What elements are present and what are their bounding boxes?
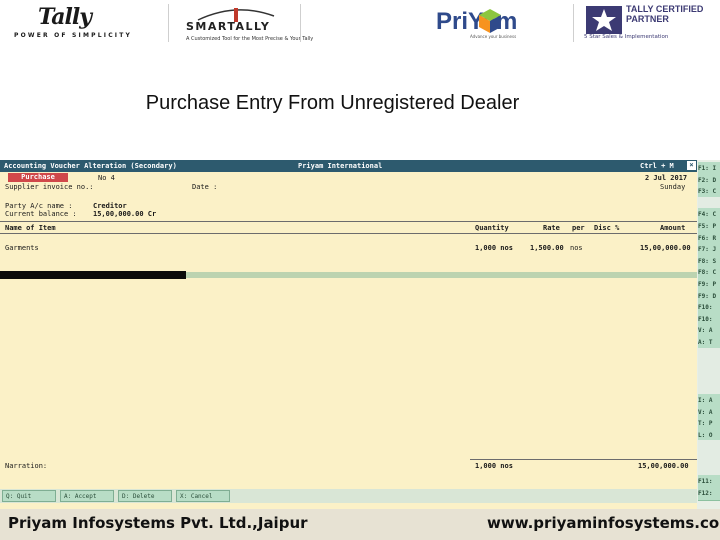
current-balance-value: 15,00,000.00 Cr (93, 210, 157, 218)
quit-button[interactable]: Q: Quit (2, 490, 56, 502)
footer-company: Priyam Infosystems Pvt. Ltd.,Jaipur (8, 514, 308, 532)
voucher-number: No 4 (98, 174, 115, 182)
slide-title: Purchase Entry From Unregistered Dealer (145, 92, 520, 114)
column-header-quantity: Quantity (475, 224, 509, 232)
logo-divider (300, 4, 301, 42)
table-header-rule (0, 233, 697, 234)
window-title-bar: Accounting Voucher Alteration (Secondary… (0, 160, 697, 172)
voucher-type-badge[interactable]: Purchase (8, 173, 68, 182)
logo-divider (168, 4, 169, 42)
item-rate[interactable]: 1,500.00 (530, 244, 564, 252)
total-quantity: 1,000 nos (475, 462, 513, 470)
tally-logo: Tally (38, 4, 92, 30)
supplier-invoice-label: Supplier invoice no.: (5, 183, 94, 191)
certified-star-icon (586, 6, 622, 34)
certified-partner-logo: TALLY CERTIFIED PARTNER (626, 4, 704, 24)
item-amount[interactable]: 15,00,000.00 (640, 244, 691, 252)
accept-button[interactable]: A: Accept (60, 490, 114, 502)
column-header-amount: Amount (660, 224, 686, 232)
tally-tagline: POWER OF SIMPLICITY (14, 32, 133, 39)
narration-label: Narration: (5, 462, 48, 470)
active-row-cursor[interactable] (0, 271, 186, 279)
item-name[interactable]: Garments (5, 244, 39, 252)
total-amount: 15,00,000.00 (638, 462, 689, 470)
delete-button[interactable]: D: Delete (118, 490, 172, 502)
column-header-rate: Rate (543, 224, 560, 232)
voucher-day: Sunday (660, 183, 686, 191)
smartally-tagline: A Customized Tool for the Most Precise &… (186, 36, 314, 42)
priyam-tagline: Advance your business (470, 34, 517, 39)
certified-tagline: 5 Star Sales & Implementation (584, 34, 669, 40)
company-name: Priyam International (298, 162, 383, 170)
priyam-logo: PriYam (436, 8, 518, 35)
priyam-cube-icon (479, 9, 501, 33)
function-key-button[interactable]: F12: (698, 486, 720, 501)
party-label: Party A/c name : (5, 202, 73, 210)
current-balance-label: Current balance : (5, 210, 77, 218)
totals-rule (470, 459, 697, 460)
party-field[interactable]: Creditor (93, 202, 127, 210)
close-icon[interactable]: × (687, 161, 696, 170)
voucher-date[interactable]: 2 Jul 2017 (645, 174, 687, 182)
ctrl-m-shortcut[interactable]: Ctrl + M (640, 160, 674, 172)
table-row[interactable]: Garments 1,000 nos 1,500.00 nos 15,00,00… (0, 244, 697, 254)
cancel-button[interactable]: X: Cancel (176, 490, 230, 502)
window-title: Accounting Voucher Alteration (Secondary… (4, 162, 177, 170)
row-highlight (186, 272, 697, 278)
logo-divider (573, 4, 574, 42)
item-per[interactable]: nos (570, 244, 583, 252)
column-header-name: Name of Item (5, 224, 56, 232)
column-header-disc: Disc % (594, 224, 620, 232)
item-quantity[interactable]: 1,000 nos (475, 244, 513, 252)
date-label: Date : (192, 183, 218, 191)
footer-website[interactable]: www.priyaminfosystems.com (487, 514, 720, 532)
table-header-rule (0, 221, 697, 222)
column-header-per: per (572, 224, 585, 232)
smartally-logo: SMARTALLY (186, 20, 271, 33)
